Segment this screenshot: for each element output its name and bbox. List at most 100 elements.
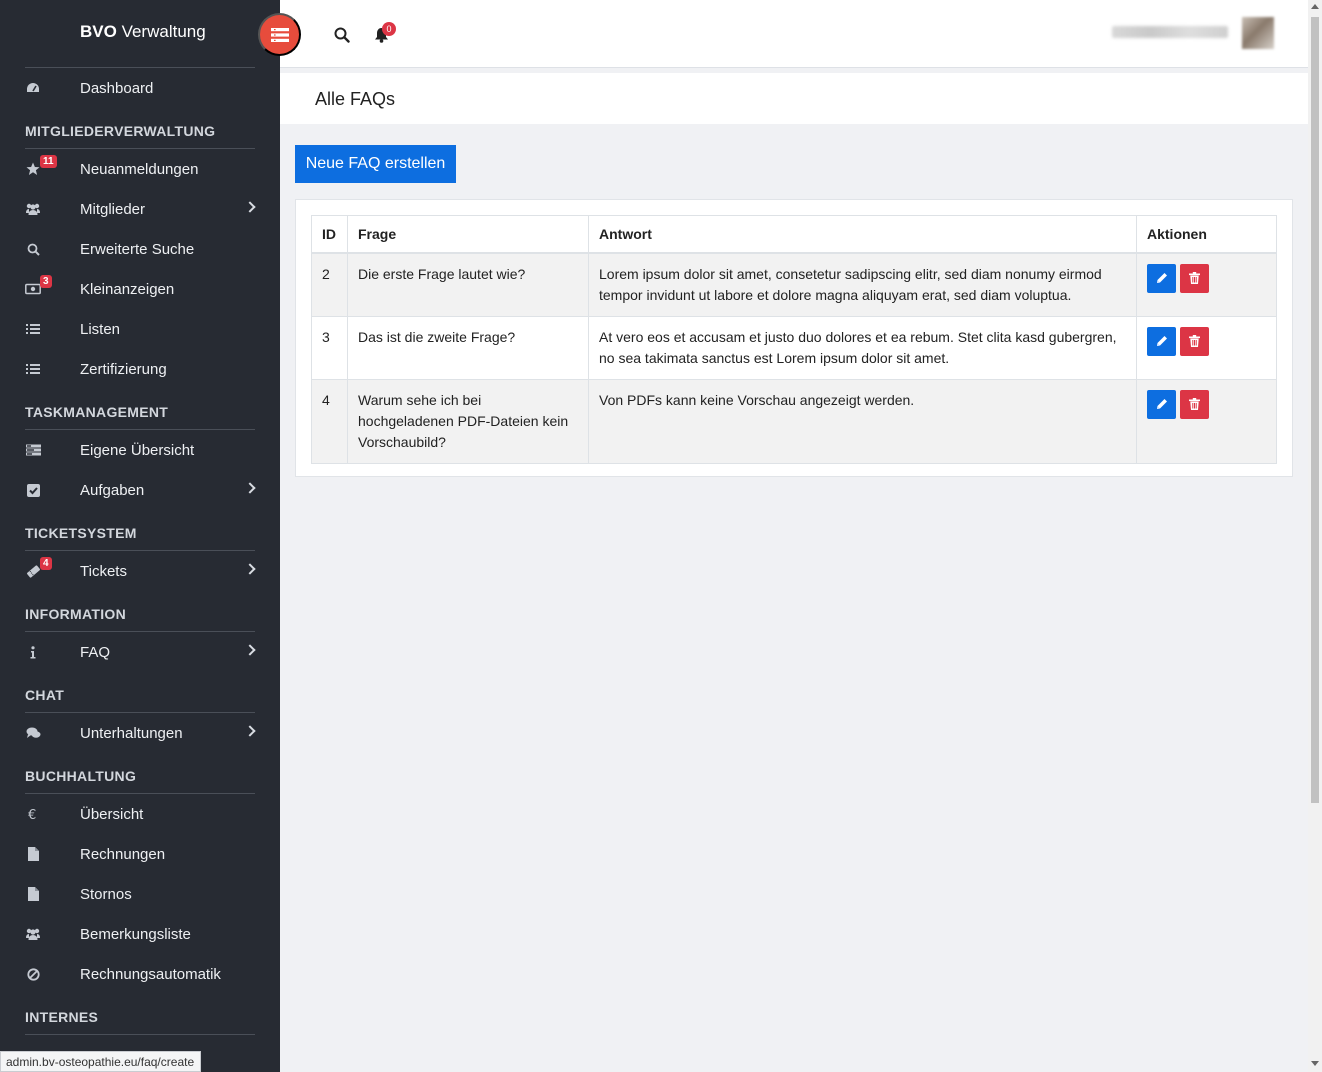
cell-frage: Warum sehe ich bei hochgeladenen PDF-Dat… (347, 378, 589, 464)
sidebar-item-rechnungsautomatik[interactable]: Rechnungsautomatik (0, 954, 280, 994)
table-row: 2 Die erste Frage lautet wie? Lorem ipsu… (311, 252, 1277, 317)
page-title: Alle FAQs (315, 89, 396, 109)
sidebar-section: TICKETSYSTEM (0, 510, 280, 551)
sidebar-item-faq[interactable]: FAQ (0, 632, 280, 672)
sidebar-item-label: Eigene Übersicht (80, 441, 195, 459)
page-scrollbar[interactable] (1308, 0, 1322, 1072)
header-antwort: Antwort (588, 215, 1137, 254)
edit-button[interactable] (1147, 389, 1176, 419)
sidebar-section-title: TICKETSYSTEM (25, 525, 137, 541)
file-icon (25, 846, 41, 862)
new-faq-button[interactable]: Neue FAQ erstellen (295, 145, 456, 183)
chevron-right-icon (244, 482, 256, 494)
sidebar-item-rechnungen[interactable]: Rechnungen (0, 834, 280, 874)
cell-aktionen (1136, 315, 1277, 380)
sidebar-item-label: FAQ (80, 643, 111, 661)
cell-aktionen (1136, 252, 1277, 317)
row-actions (1147, 326, 1266, 356)
sidebar-item-neuanmeldungen[interactable]: 11 Neuanmeldungen (0, 149, 280, 189)
sidebar-item-kleinanzeigen[interactable]: 3 Kleinanzeigen (0, 269, 280, 309)
file-icon (25, 886, 41, 902)
sidebar-item-listen[interactable]: Listen (0, 309, 280, 349)
chevron-right-icon (244, 644, 256, 656)
delete-button[interactable] (1180, 389, 1209, 419)
users-icon (25, 201, 41, 217)
chevron-right-icon (244, 725, 256, 737)
sidebar-section-title: CHAT (25, 687, 65, 703)
chevron-right-icon (244, 201, 256, 213)
sidebar-toggle-button[interactable] (258, 13, 301, 56)
users-icon (25, 926, 41, 942)
sidebar-item-label: Übersicht (80, 805, 144, 823)
sidebar-section-title: INTERNES (25, 1009, 99, 1025)
check-square-icon (25, 482, 41, 498)
scroll-thumb[interactable] (1311, 17, 1319, 803)
count-badge: 3 (40, 275, 52, 288)
sidebar-item-zertifizierung[interactable]: Zertifizierung (0, 349, 280, 389)
cell-frage: Die erste Frage lautet wie? (347, 252, 589, 317)
pencil-icon (1156, 336, 1167, 346)
cell-frage: Das ist die zweite Frage? (347, 315, 589, 380)
notification-badge: 0 (382, 22, 396, 36)
scroll-up-icon[interactable] (1311, 4, 1319, 9)
search-icon (25, 241, 41, 257)
sidebar-nav: Dashboard MITGLIEDERVERWALTUNG 11 Neuanmeld… (0, 68, 280, 1035)
sidebar-item-tickets[interactable]: 4 Tickets (0, 551, 280, 591)
sidebar-item-label: Dashboard (80, 79, 154, 97)
sidebar-item-eigene-übersicht[interactable]: Eigene Übersicht (0, 430, 280, 470)
trash-icon (1189, 272, 1200, 284)
row-actions (1147, 389, 1266, 419)
sidebar-section-title: INFORMATION (25, 606, 127, 622)
sidebar-item-label: Stornos (80, 885, 132, 903)
sidebar-item-übersicht[interactable]: € Übersicht (0, 794, 280, 834)
star-icon (25, 161, 41, 177)
ticket-icon (25, 563, 41, 579)
page-header: Alle FAQs (280, 73, 1308, 124)
user-avatar[interactable] (1242, 17, 1274, 49)
faq-card: ID Frage Antwort Aktionen 2 Die erste Fr… (295, 199, 1293, 477)
scroll-down-icon[interactable] (1311, 1061, 1319, 1066)
count-badge: 11 (40, 155, 57, 168)
header-aktionen: Aktionen (1136, 215, 1277, 254)
sidebar-section: INFORMATION (0, 591, 280, 632)
trash-icon (1189, 335, 1200, 347)
sidebar-item-label: Bemerkungsliste (80, 925, 191, 943)
user-name[interactable] (1112, 26, 1228, 38)
sidebar-item-dashboard[interactable]: Dashboard (0, 68, 280, 108)
sidebar-section-title: TASKMANAGEMENT (25, 404, 169, 420)
table-row: 3 Das ist die zweite Frage? At vero eos … (311, 315, 1277, 380)
svg-text:€: € (28, 808, 36, 821)
sidebar-item-mitglieder[interactable]: Mitglieder (0, 189, 280, 229)
edit-button[interactable] (1147, 263, 1176, 293)
sidebar-section: MITGLIEDERVERWALTUNG (0, 108, 280, 149)
sidebar-item-bemerkungsliste[interactable]: Bemerkungsliste (0, 914, 280, 954)
sidebar-item-label: Erweiterte Suche (80, 240, 195, 258)
edit-button[interactable] (1147, 326, 1176, 356)
chevron-right-icon (244, 563, 256, 575)
cell-antwort: Von PDFs kann keine Vorschau angezeigt w… (588, 378, 1137, 464)
sidebar-item-aufgaben[interactable]: Aufgaben (0, 470, 280, 510)
cell-id: 4 (311, 378, 348, 464)
cell-id: 2 (311, 252, 348, 317)
table-header-row: ID Frage Antwort Aktionen (311, 215, 1277, 254)
sidebar-section: INTERNES (0, 994, 280, 1035)
delete-button[interactable] (1180, 326, 1209, 356)
search-icon[interactable] (334, 27, 350, 46)
sidebar-item-label: Zertifizierung (80, 360, 167, 378)
sidebar-item-label: Listen (80, 320, 121, 338)
info-icon (25, 644, 41, 660)
sidebar-item-stornos[interactable]: Stornos (0, 874, 280, 914)
brand-title[interactable]: BVO Verwaltung (80, 22, 206, 42)
sidebar-item-unterhaltungen[interactable]: Unterhaltungen (0, 713, 280, 753)
sidebar-item-label: Tickets (80, 562, 127, 580)
sidebar-item-label: Aufgaben (80, 481, 145, 499)
sidebar-section: CHAT (0, 672, 280, 713)
sidebar-item-label: Rechnungsautomatik (80, 965, 221, 983)
cell-antwort: At vero eos et accusam et justo duo dolo… (588, 315, 1137, 380)
delete-button[interactable] (1180, 263, 1209, 293)
cell-aktionen (1136, 378, 1277, 464)
row-actions (1147, 263, 1266, 293)
table-row: 4 Warum sehe ich bei hochgeladenen PDF-D… (311, 378, 1277, 464)
header-frage: Frage (347, 215, 589, 254)
sidebar-item-erweiterte-suche[interactable]: Erweiterte Suche (0, 229, 280, 269)
